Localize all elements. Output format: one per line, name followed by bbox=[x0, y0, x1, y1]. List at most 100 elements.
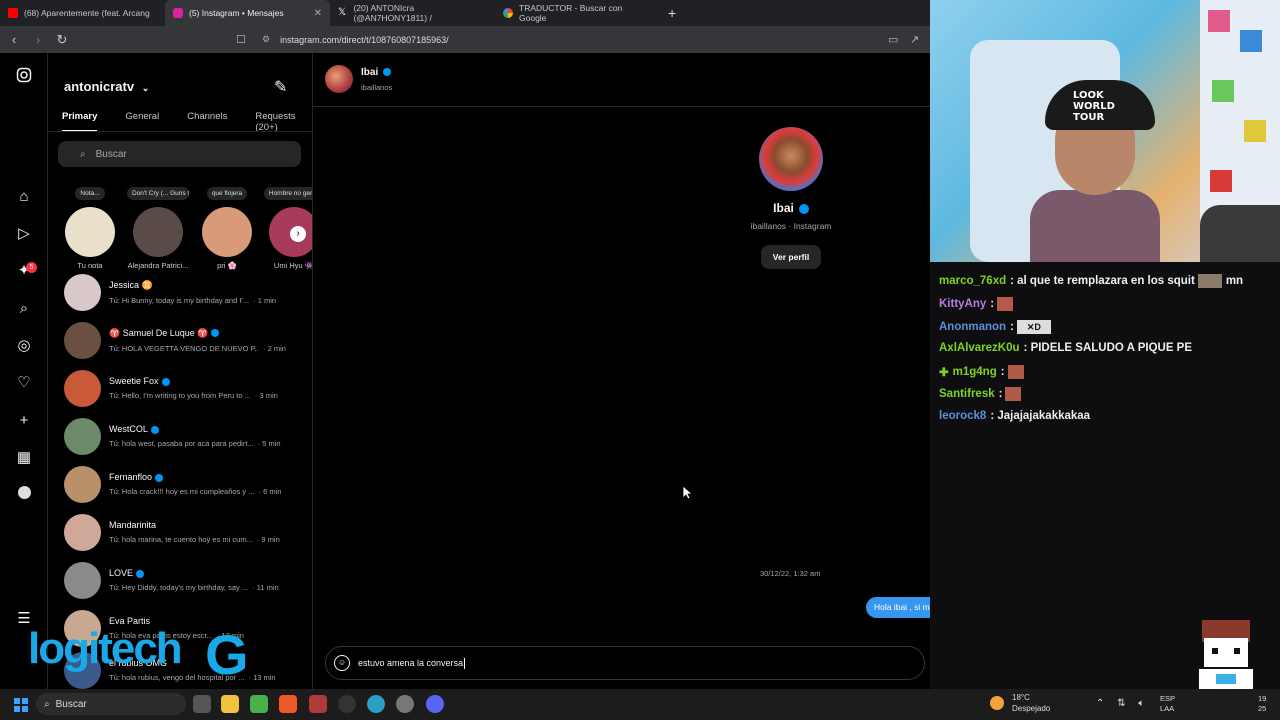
dm-list-panel: antonicratv ⌄ ✎ Primary General Channels… bbox=[48, 53, 313, 689]
note-item[interactable]: Nota... Tu nota bbox=[58, 187, 122, 270]
site-settings-icon[interactable]: ⚙ bbox=[262, 34, 270, 45]
discord-icon[interactable] bbox=[426, 695, 444, 713]
avatar bbox=[202, 207, 252, 257]
brave-icon[interactable] bbox=[279, 695, 297, 713]
verified-badge-icon bbox=[211, 329, 220, 338]
chat-username: leorock8 bbox=[939, 410, 987, 422]
clock-top: 19 bbox=[1258, 694, 1267, 703]
conversation-name: Mandarinita bbox=[109, 520, 157, 530]
edge-icon[interactable] bbox=[367, 695, 385, 713]
explore-icon[interactable]: ◎ bbox=[14, 336, 34, 356]
reload-icon[interactable]: ↻ bbox=[52, 32, 72, 48]
create-icon[interactable]: + bbox=[14, 411, 34, 431]
search-icon[interactable]: ⌕ bbox=[14, 299, 34, 319]
browser-tab-instagram[interactable]: (5) Instagram • Mensajes ✕ bbox=[165, 0, 330, 26]
conversation-name: ♈ Samuel De Luque ♈ bbox=[109, 327, 209, 338]
conversation-time: · 3 min bbox=[254, 391, 278, 400]
chat-message: AxlAlvarezK0u : PIDELE SALUDO A PIQUE PE bbox=[939, 342, 1192, 354]
view-profile-button[interactable]: Ver perfil bbox=[760, 245, 822, 269]
clock-bottom: 25 bbox=[1258, 704, 1267, 713]
chat-text-suffix: mn bbox=[1225, 275, 1244, 287]
message-input[interactable]: ☺ estuvo amena la conversa bbox=[325, 646, 925, 680]
instagram-icon bbox=[173, 8, 183, 18]
search-icon: ⌕ bbox=[44, 698, 50, 710]
app-icon[interactable] bbox=[309, 695, 327, 713]
tab-divider bbox=[48, 131, 312, 132]
bookmark-icon[interactable]: ☐ bbox=[236, 33, 246, 46]
obs-icon[interactable] bbox=[338, 695, 356, 713]
conversation-name: LOVE bbox=[109, 568, 134, 578]
windows-start-icon[interactable] bbox=[14, 697, 28, 712]
conversation-item[interactable]: WestCOL Tú: hola west, pasaba por aca pa… bbox=[64, 416, 309, 456]
conversation-item[interactable]: Fernanfloo Tú: Hola crack!!! hoy es mi c… bbox=[64, 464, 309, 504]
logitech-g-logo: G bbox=[205, 623, 249, 686]
network-icon[interactable]: ⇅ bbox=[1117, 698, 1125, 709]
home-icon[interactable]: ⌂ bbox=[14, 187, 34, 207]
note-item[interactable]: Hombre no gente Umi Hyu 👾 bbox=[262, 187, 312, 270]
conversation-name: Fernanfloo bbox=[109, 472, 153, 482]
chat-name: Ibai bbox=[361, 67, 379, 78]
tab-general[interactable]: General bbox=[125, 111, 159, 131]
profile-avatar[interactable] bbox=[759, 127, 823, 191]
nav-rail: ⌂ ▷ ✦ 5 ⌕ ◎ ♡ + ▦ ☰ bbox=[0, 53, 48, 689]
system-tray: ⌃ ⇅ 🔈︎ bbox=[1096, 698, 1144, 709]
avatar bbox=[65, 207, 115, 257]
url-text: instagram.com/direct/t/108760807185963/ bbox=[280, 34, 449, 45]
verified-badge-icon bbox=[161, 377, 170, 386]
insights-icon[interactable]: ▦ bbox=[14, 448, 34, 468]
back-icon[interactable]: ‹ bbox=[4, 32, 24, 47]
browser-tab-x[interactable]: 𝕏 (20) ANTONIcra (@AN7HONY1811) / bbox=[330, 0, 495, 26]
emoji-icon[interactable]: ☺ bbox=[334, 655, 350, 671]
lang-bottom: LAA bbox=[1160, 704, 1175, 713]
note-item[interactable]: Don't Cry (... Guns N' Roses Alejandra P… bbox=[126, 187, 190, 270]
conversation-item[interactable]: LOVE Tú: Hey Diddy, today's my birthday,… bbox=[64, 560, 309, 600]
compose-icon[interactable]: ✎ bbox=[274, 77, 287, 97]
file-explorer-icon[interactable] bbox=[221, 695, 239, 713]
cast-icon[interactable]: ▭ bbox=[888, 33, 898, 46]
browser-tab-youtube[interactable]: (68) Aparentemente (feat. Arcang bbox=[0, 0, 165, 26]
account-switcher[interactable]: antonicratv ⌄ bbox=[64, 79, 149, 94]
avatar bbox=[64, 369, 101, 407]
share-icon[interactable]: ↗ bbox=[910, 33, 919, 46]
weather-widget[interactable]: 18°C Despejado bbox=[990, 692, 1050, 714]
tab-requests[interactable]: Requests (20+) bbox=[255, 111, 312, 133]
reels-icon[interactable]: ▷ bbox=[14, 224, 34, 244]
settings-icon[interactable] bbox=[396, 695, 414, 713]
close-tab-icon[interactable]: ✕ bbox=[314, 8, 322, 19]
conversation-item[interactable]: Sweetie Fox Tú: Hello, I'm writing to yo… bbox=[64, 368, 309, 408]
store-icon[interactable] bbox=[250, 695, 268, 713]
forward-icon[interactable]: › bbox=[28, 32, 48, 47]
logitech-logo: logitech bbox=[28, 624, 183, 673]
figure bbox=[1208, 10, 1230, 32]
note-name: Tu nota bbox=[77, 261, 103, 270]
volume-icon[interactable]: 🔈︎ bbox=[1138, 698, 1144, 709]
conversation-item[interactable]: Mandarinita Tú: hola marina, te cuento h… bbox=[64, 512, 309, 552]
task-view-icon[interactable] bbox=[193, 695, 211, 713]
conversation-item[interactable]: ♈ Samuel De Luque ♈ Tú: HOLA VEGETTA VEN… bbox=[64, 320, 309, 360]
notes-next-icon[interactable]: › bbox=[290, 226, 306, 242]
instagram-logo-icon[interactable] bbox=[14, 67, 34, 87]
taskbar: ⌕ Buscar 18°C Despejado ⌃ ⇅ 🔈︎ ESP LAA 19… bbox=[0, 689, 1280, 720]
chat-header[interactable]: Ibai ibaillanos bbox=[313, 53, 930, 107]
dm-tabs: Primary General Channels Requests (20+) bbox=[48, 111, 312, 133]
tab-channels[interactable]: Channels bbox=[187, 111, 227, 131]
conversation-item[interactable]: Jessica ♊ Tú: Hi Bunny, today is my birt… bbox=[64, 272, 309, 312]
note-item[interactable]: que flojera pri 🌸 bbox=[195, 187, 259, 270]
url-field[interactable]: ⚙ instagram.com/direct/t/108760807185963… bbox=[262, 30, 922, 50]
profile-avatar-icon[interactable] bbox=[14, 485, 34, 505]
heart-icon[interactable]: ♡ bbox=[14, 373, 34, 393]
webcam-overlay: LOOK WORLD TOUR bbox=[930, 0, 1280, 262]
tab-primary[interactable]: Primary bbox=[62, 111, 98, 131]
taskbar-search[interactable]: ⌕ Buscar bbox=[36, 693, 186, 715]
new-tab-button[interactable]: + bbox=[668, 5, 676, 21]
chevron-up-icon[interactable]: ⌃ bbox=[1096, 698, 1104, 709]
conversation-preview: Tú: hola west, pasaba por aca para pedir… bbox=[109, 439, 254, 448]
clock[interactable]: 19 25 bbox=[1258, 694, 1266, 714]
chat-text: : bbox=[1000, 366, 1005, 378]
search-input[interactable]: ⌕ Buscar bbox=[58, 141, 301, 167]
browser-tab-google[interactable]: TRADUCTOR - Buscar con Google bbox=[495, 0, 660, 26]
note-bubble: Nota... bbox=[75, 187, 105, 200]
language-indicator[interactable]: ESP LAA bbox=[1160, 694, 1175, 714]
google-icon bbox=[503, 8, 513, 18]
conversation-time: · 1 min bbox=[253, 295, 277, 305]
